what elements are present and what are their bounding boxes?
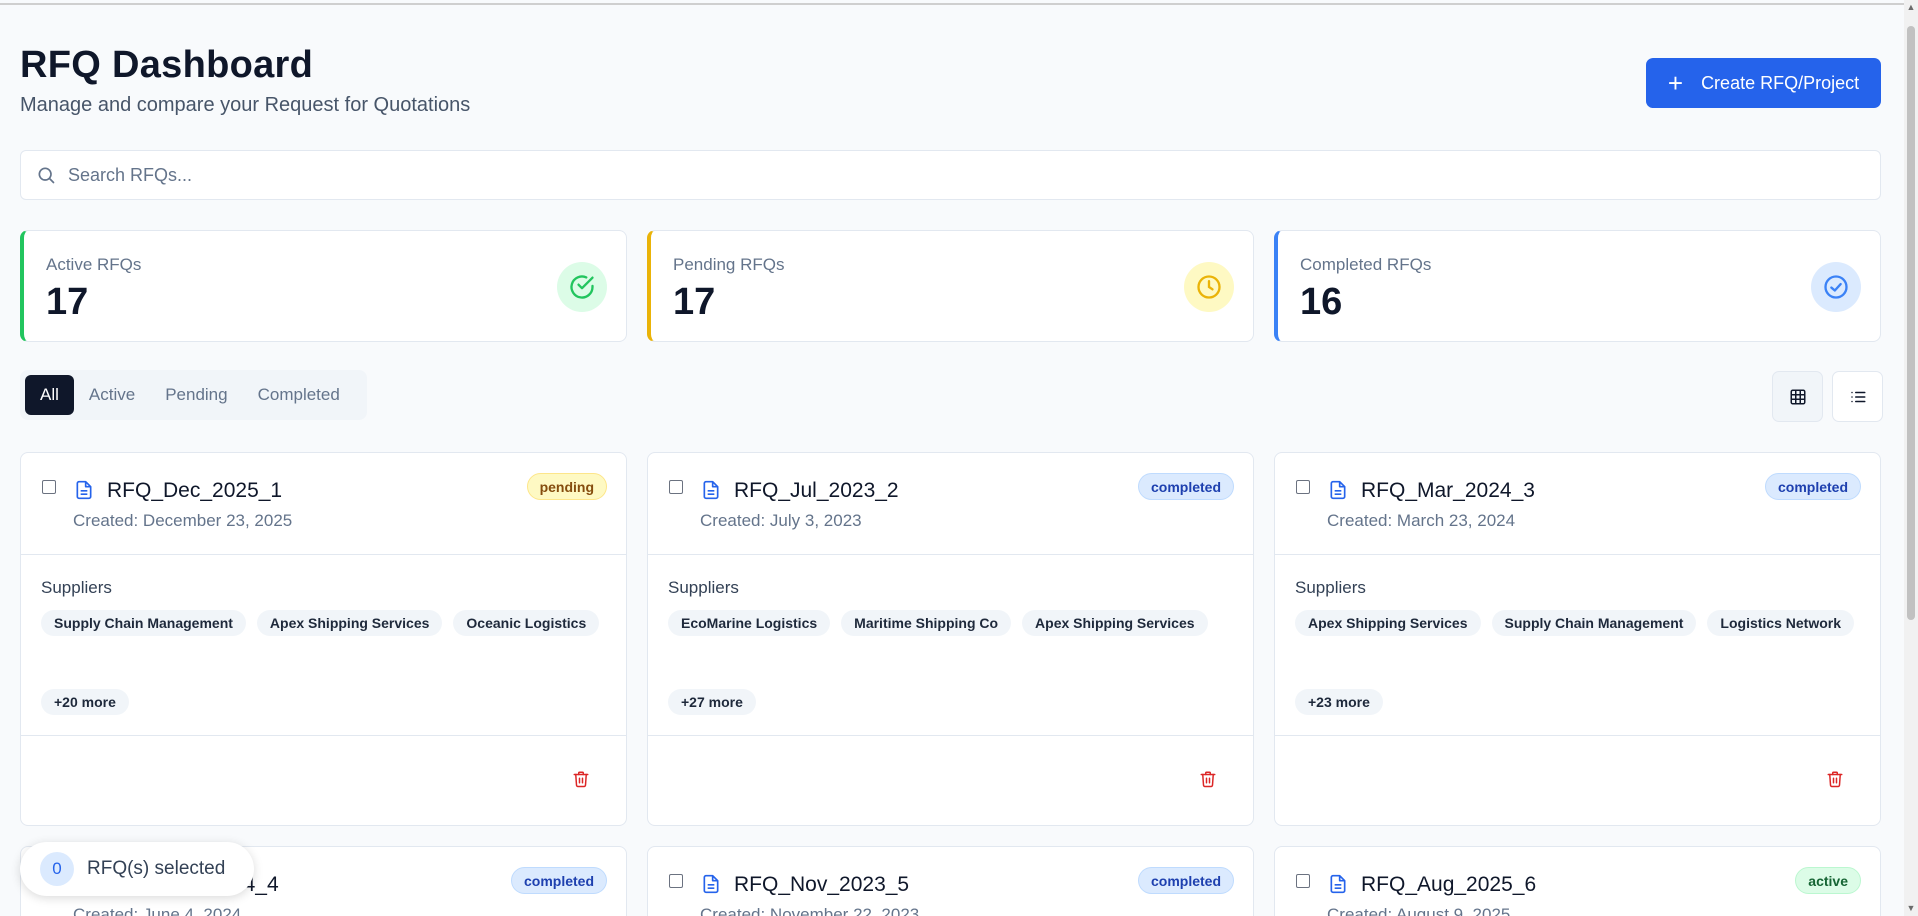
- divider: [21, 554, 626, 555]
- stat-label: Completed RFQs: [1300, 255, 1432, 274]
- rfq-card[interactable]: RFQ_Mar_2024_3 Created: March 23, 2024 c…: [1274, 452, 1881, 826]
- document-icon: [1330, 874, 1346, 894]
- rfq-created-date: Created: August 9, 2025: [1327, 905, 1511, 916]
- document-icon: [1330, 480, 1346, 500]
- select-checkbox[interactable]: [42, 480, 56, 494]
- selected-label: RFQ(s) selected: [87, 858, 226, 879]
- divider: [648, 735, 1253, 736]
- select-checkbox[interactable]: [1296, 874, 1310, 888]
- search-icon: [38, 167, 55, 184]
- scroll-down-icon[interactable]: ▼: [1906, 903, 1916, 913]
- supplier-chip: Apex Shipping Services: [256, 610, 443, 636]
- status-badge: active: [1795, 867, 1861, 894]
- vertical-scrollbar[interactable]: ▲ ▼: [1904, 0, 1918, 916]
- supplier-chips: EcoMarine Logistics Maritime Shipping Co…: [668, 610, 1238, 636]
- page-subtitle: Manage and compare your Request for Quot…: [20, 94, 471, 116]
- search-input[interactable]: [68, 164, 1768, 186]
- clock-icon: [1184, 262, 1234, 312]
- list-view-button[interactable]: [1832, 371, 1883, 422]
- plus-icon: +: [1667, 68, 1684, 98]
- create-rfq-button[interactable]: + Create RFQ/Project: [1646, 58, 1881, 108]
- supplier-chips: Apex Shipping Services Supply Chain Mana…: [1295, 610, 1865, 636]
- selected-count: 0: [40, 852, 74, 886]
- rfq-created-date: Created: November 22, 2023: [700, 905, 920, 916]
- stat-card-active: Active RFQs 17: [20, 230, 627, 342]
- supplier-chip: Oceanic Logistics: [453, 610, 600, 636]
- status-badge: completed: [1137, 473, 1234, 500]
- tab-active[interactable]: Active: [74, 375, 150, 415]
- divider: [1275, 735, 1880, 736]
- more-suppliers-chip[interactable]: +27 more: [668, 689, 756, 715]
- trash-icon[interactable]: [1826, 769, 1844, 789]
- supplier-chip: Apex Shipping Services: [1295, 610, 1481, 636]
- rfq-name[interactable]: RFQ_Nov_2023_5: [734, 873, 909, 897]
- scroll-up-icon[interactable]: ▲: [1906, 2, 1916, 12]
- rfq-name[interactable]: RFQ_Mar_2024_3: [1361, 479, 1535, 503]
- rfq-name[interactable]: RFQ_Dec_2025_1: [107, 479, 282, 503]
- select-checkbox[interactable]: [1296, 480, 1310, 494]
- check-circle-icon: [1811, 262, 1861, 312]
- create-rfq-label: Create RFQ/Project: [1701, 72, 1860, 93]
- rfq-card[interactable]: RFQ_Aug_2025_6 Created: August 9, 2025 a…: [1274, 846, 1881, 916]
- supplier-chip: Logistics Network: [1707, 610, 1855, 636]
- rfq-created-date: Created: March 23, 2024: [1327, 511, 1516, 530]
- rfq-card[interactable]: RFQ_Dec_2025_1 Created: December 23, 202…: [20, 452, 627, 826]
- stat-label: Active RFQs: [46, 255, 142, 274]
- window-top-border: [0, 3, 1904, 5]
- more-suppliers-chip[interactable]: +23 more: [1295, 689, 1383, 715]
- list-icon: [1850, 391, 1865, 402]
- grid-view-button[interactable]: [1772, 371, 1823, 422]
- status-badge: completed: [1764, 473, 1861, 500]
- document-icon: [76, 480, 92, 500]
- rfq-created-date: Created: June 4, 2024: [73, 905, 242, 916]
- supplier-chip: Apex Shipping Services: [1022, 610, 1208, 636]
- trash-icon[interactable]: [1199, 769, 1217, 789]
- rfq-card[interactable]: RFQ_Jul_2023_2 Created: July 3, 2023 com…: [647, 452, 1254, 826]
- rfq-card[interactable]: RFQ_Nov_2023_5 Created: November 22, 202…: [647, 846, 1254, 916]
- grid-icon: [1790, 389, 1805, 404]
- tab-all[interactable]: All: [25, 375, 74, 415]
- suppliers-label: Suppliers: [1295, 578, 1366, 597]
- suppliers-label: Suppliers: [668, 578, 739, 597]
- more-suppliers-chip[interactable]: +20 more: [41, 689, 129, 715]
- supplier-chip: EcoMarine Logistics: [668, 610, 831, 636]
- stat-value: 16: [1300, 281, 1343, 323]
- rfq-name[interactable]: RFQ_Jul_2023_2: [734, 479, 899, 503]
- stat-card-pending: Pending RFQs 17: [647, 230, 1254, 342]
- scrollbar-thumb[interactable]: [1907, 26, 1915, 620]
- supplier-chip: Supply Chain Management: [41, 610, 246, 636]
- tab-pending[interactable]: Pending: [150, 375, 242, 415]
- stat-value: 17: [673, 281, 716, 323]
- page-title: RFQ Dashboard: [20, 44, 314, 86]
- supplier-chip: Maritime Shipping Co: [841, 610, 1012, 636]
- stat-label: Pending RFQs: [673, 255, 785, 274]
- tab-completed[interactable]: Completed: [243, 375, 355, 415]
- status-badge: pending: [526, 473, 607, 500]
- supplier-chip: Supply Chain Management: [1491, 610, 1697, 636]
- status-badge: completed: [510, 867, 607, 894]
- document-icon: [703, 480, 719, 500]
- search-bar: [20, 150, 1881, 200]
- divider: [21, 735, 626, 736]
- select-checkbox[interactable]: [669, 480, 683, 494]
- trash-icon[interactable]: [572, 769, 590, 789]
- selection-indicator: 0 RFQ(s) selected: [20, 842, 254, 896]
- select-checkbox[interactable]: [669, 874, 683, 888]
- rfq-created-date: Created: July 3, 2023: [700, 511, 862, 530]
- rfq-name[interactable]: RFQ_Aug_2025_6: [1361, 873, 1536, 897]
- status-filter-tabs: All Active Pending Completed: [20, 370, 367, 420]
- rfq-created-date: Created: December 23, 2025: [73, 511, 293, 530]
- stat-value: 17: [46, 281, 89, 323]
- circle-check-icon: [557, 262, 607, 312]
- supplier-chips: Supply Chain Management Apex Shipping Se…: [41, 610, 611, 636]
- stat-card-completed: Completed RFQs 16: [1274, 230, 1881, 342]
- divider: [1275, 554, 1880, 555]
- divider: [648, 554, 1253, 555]
- document-icon: [703, 874, 719, 894]
- suppliers-label: Suppliers: [41, 578, 112, 597]
- status-badge: completed: [1137, 867, 1234, 894]
